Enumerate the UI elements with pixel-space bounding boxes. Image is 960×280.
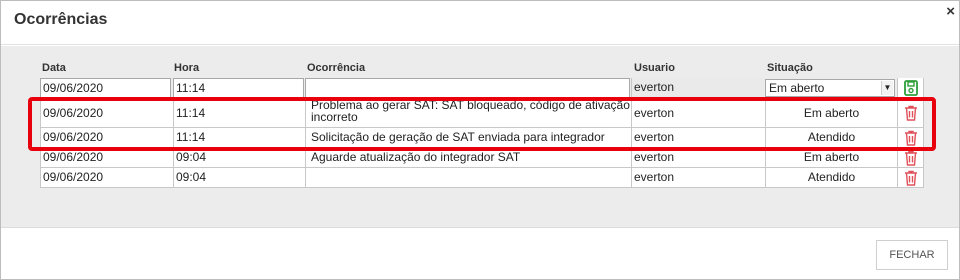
row-user: everton (631, 168, 765, 188)
user-field: everton (631, 78, 764, 98)
row-user: everton (631, 98, 765, 128)
trash-icon (905, 170, 917, 186)
chevron-down-icon: ▼ (881, 81, 893, 95)
occurrences-modal: Ocorrências × Data Hora Ocorrência Usuar… (0, 0, 960, 280)
delete-button[interactable] (897, 98, 924, 128)
save-icon (904, 80, 918, 96)
row-occurrence: Problema ao gerar SAT: SAT bloqueado, có… (305, 98, 631, 128)
row-date: 09/06/2020 (40, 148, 173, 168)
trash-icon (905, 150, 917, 166)
row-time: 09:04 (173, 148, 305, 168)
delete-button[interactable] (897, 148, 924, 168)
row-status: Em aberto (765, 148, 897, 168)
row-occurrence (305, 168, 631, 188)
row-status: Atendido (765, 128, 897, 148)
status-select[interactable]: Em aberto ▼ (765, 79, 895, 97)
trash-icon (905, 105, 917, 121)
column-header-usuario: Usuario (634, 62, 675, 74)
time-input[interactable]: 11:14 (173, 78, 304, 98)
row-time: 11:14 (173, 98, 305, 128)
row-user: everton (631, 148, 765, 168)
close-icon[interactable]: × (946, 3, 955, 21)
row-date: 09/06/2020 (40, 168, 173, 188)
row-occurrence: Aguarde atualização do integrador SAT (305, 148, 631, 168)
close-button[interactable]: FECHAR (876, 240, 948, 270)
occurrence-input[interactable] (305, 78, 630, 98)
column-header-situacao: Situação (767, 62, 813, 74)
row-time: 09:04 (173, 168, 305, 188)
modal-footer: FECHAR (1, 229, 959, 279)
row-date: 09/06/2020 (40, 128, 173, 148)
delete-button[interactable] (897, 168, 924, 188)
modal-header: Ocorrências × (1, 1, 959, 45)
trash-icon (905, 130, 917, 146)
row-occurrence: Solicitação de geração de SAT enviada pa… (305, 128, 631, 148)
row-time: 11:14 (173, 128, 305, 148)
date-input[interactable]: 09/06/2020 (40, 78, 171, 98)
column-header-hora: Hora (174, 62, 200, 74)
row-status: Em aberto (765, 98, 897, 128)
save-button[interactable] (897, 78, 924, 98)
column-header-data: Data (42, 62, 66, 74)
row-date: 09/06/2020 (40, 98, 173, 128)
modal-title: Ocorrências (14, 11, 108, 28)
column-header-ocorrencia: Ocorrência (307, 62, 366, 74)
delete-button[interactable] (897, 128, 924, 148)
row-status: Atendido (765, 168, 897, 188)
status-select-value: Em aberto (769, 81, 825, 95)
row-user: everton (631, 128, 765, 148)
